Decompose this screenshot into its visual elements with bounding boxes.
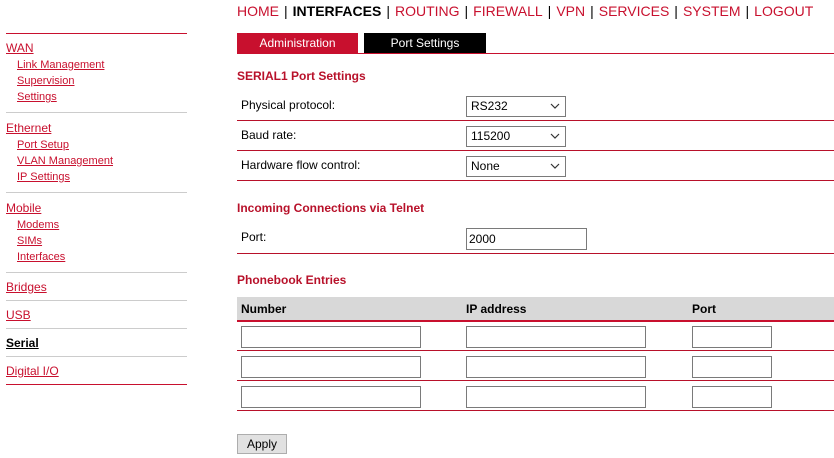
physical-protocol-row: Physical protocol: RS232 xyxy=(237,92,834,121)
nav-separator: | xyxy=(547,3,552,19)
baud-rate-select[interactable]: 115200 xyxy=(466,126,566,147)
telnet-section-title: Incoming Connections via Telnet xyxy=(237,201,425,215)
chevron-down-icon xyxy=(550,103,560,109)
phonebook-port-input[interactable] xyxy=(692,386,772,408)
sidebar-item-bridges[interactable]: Bridges xyxy=(6,273,187,300)
table-row xyxy=(237,322,834,351)
phonebook-number-input[interactable] xyxy=(241,356,421,378)
baud-rate-value: 115200 xyxy=(471,129,511,143)
nav-separator: | xyxy=(745,3,750,19)
sidebar-item-mobile[interactable]: Mobile xyxy=(6,201,187,215)
sidebar-item-interfaces[interactable]: Interfaces xyxy=(6,249,187,265)
sidebar-item-link-management[interactable]: Link Management xyxy=(6,57,187,73)
table-row xyxy=(237,352,834,381)
phonebook-number-input[interactable] xyxy=(241,326,421,348)
phonebook-ip-input[interactable] xyxy=(466,356,646,378)
phonebook-table-header: Number IP address Port xyxy=(237,297,834,322)
sidebar-group-mobile: Mobile Modems SIMs Interfaces xyxy=(6,193,187,272)
chevron-down-icon xyxy=(550,133,560,139)
sidebar-group-ethernet: Ethernet Port Setup VLAN Management IP S… xyxy=(6,113,187,192)
telnet-port-input[interactable]: 2000 xyxy=(466,228,587,250)
tab-administration[interactable]: Administration xyxy=(237,33,358,53)
column-header-number: Number xyxy=(241,302,287,316)
telnet-port-row: Port: 2000 xyxy=(237,224,834,254)
nav-separator: | xyxy=(674,3,678,19)
phonebook-port-input[interactable] xyxy=(692,356,772,378)
phonebook-port-input[interactable] xyxy=(692,326,772,348)
baud-rate-label: Baud rate: xyxy=(241,128,297,142)
sidebar-item-port-setup[interactable]: Port Setup xyxy=(6,137,187,153)
flow-control-value: None xyxy=(471,159,500,173)
physical-protocol-label: Physical protocol: xyxy=(241,98,336,112)
sidebar-item-serial[interactable]: Serial xyxy=(6,329,187,356)
nav-services[interactable]: SERVICES xyxy=(599,3,670,19)
nav-interfaces[interactable]: INTERFACES xyxy=(293,3,382,19)
sidebar-item-usb[interactable]: USB xyxy=(6,301,187,328)
baud-rate-row: Baud rate: 115200 xyxy=(237,122,834,151)
nav-logout[interactable]: LOGOUT xyxy=(754,3,813,19)
top-navigation: HOME | INTERFACES | ROUTING | FIREWALL | VPN | SER… xyxy=(237,3,813,21)
nav-system[interactable]: SYSTEM xyxy=(683,3,741,19)
phonebook-ip-input[interactable] xyxy=(466,386,646,408)
sidebar-group-wan: WAN Link Management Supervision Settings xyxy=(6,34,187,112)
sidebar-item-ethernet[interactable]: Ethernet xyxy=(6,121,187,135)
column-header-port: Port xyxy=(692,302,716,316)
sidebar-item-supervision[interactable]: Supervision xyxy=(6,73,187,89)
nav-home[interactable]: HOME xyxy=(237,3,279,19)
sidebar-item-wan[interactable]: WAN xyxy=(6,41,187,55)
tab-port-settings[interactable]: Port Settings xyxy=(364,33,486,53)
sidebar-item-ip-settings[interactable]: IP Settings xyxy=(6,169,187,185)
flow-control-row: Hardware flow control: None xyxy=(237,152,834,181)
sidebar-item-sims[interactable]: SIMs xyxy=(6,233,187,249)
serial-section-title: SERIAL1 Port Settings xyxy=(237,69,366,83)
sidebar-item-vlan-management[interactable]: VLAN Management xyxy=(6,153,187,169)
phonebook-number-input[interactable] xyxy=(241,386,421,408)
sidebar-item-settings[interactable]: Settings xyxy=(6,89,187,105)
sidebar: WAN Link Management Supervision Settings… xyxy=(6,33,187,385)
phonebook-section-title: Phonebook Entries xyxy=(237,273,347,287)
nav-separator: | xyxy=(464,3,469,19)
nav-separator: | xyxy=(386,3,390,19)
nav-routing[interactable]: ROUTING xyxy=(395,3,460,19)
apply-button[interactable]: Apply xyxy=(237,434,287,454)
telnet-port-label: Port: xyxy=(241,230,267,244)
nav-vpn[interactable]: VPN xyxy=(556,3,585,19)
sidebar-divider xyxy=(6,384,187,385)
nav-separator: | xyxy=(590,3,594,19)
column-header-ip-address: IP address xyxy=(466,302,527,316)
flow-control-select[interactable]: None xyxy=(466,156,566,177)
physical-protocol-select[interactable]: RS232 xyxy=(466,96,566,117)
tab-bar: Administration Port Settings xyxy=(237,33,834,54)
nav-firewall[interactable]: FIREWALL xyxy=(473,3,543,19)
sidebar-item-digital-io[interactable]: Digital I/O xyxy=(6,357,187,384)
phonebook-ip-input[interactable] xyxy=(466,326,646,348)
nav-separator: | xyxy=(284,3,288,19)
flow-control-label: Hardware flow control: xyxy=(241,158,361,172)
table-row xyxy=(237,382,834,411)
sidebar-item-modems[interactable]: Modems xyxy=(6,217,187,233)
physical-protocol-value: RS232 xyxy=(471,99,508,113)
chevron-down-icon xyxy=(550,163,560,169)
